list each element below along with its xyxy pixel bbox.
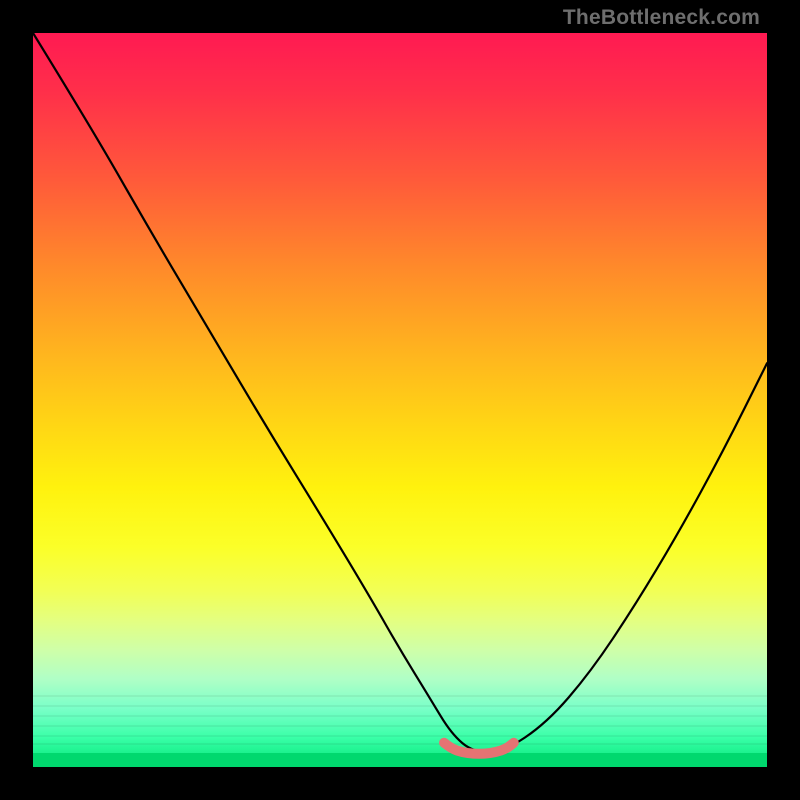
attribution-watermark: TheBottleneck.com xyxy=(563,6,760,30)
plot-area xyxy=(33,33,767,767)
curve-layer xyxy=(33,33,767,767)
bottleneck-curve xyxy=(33,33,767,752)
chart-canvas: TheBottleneck.com xyxy=(0,0,800,800)
valley-marker xyxy=(444,743,514,754)
